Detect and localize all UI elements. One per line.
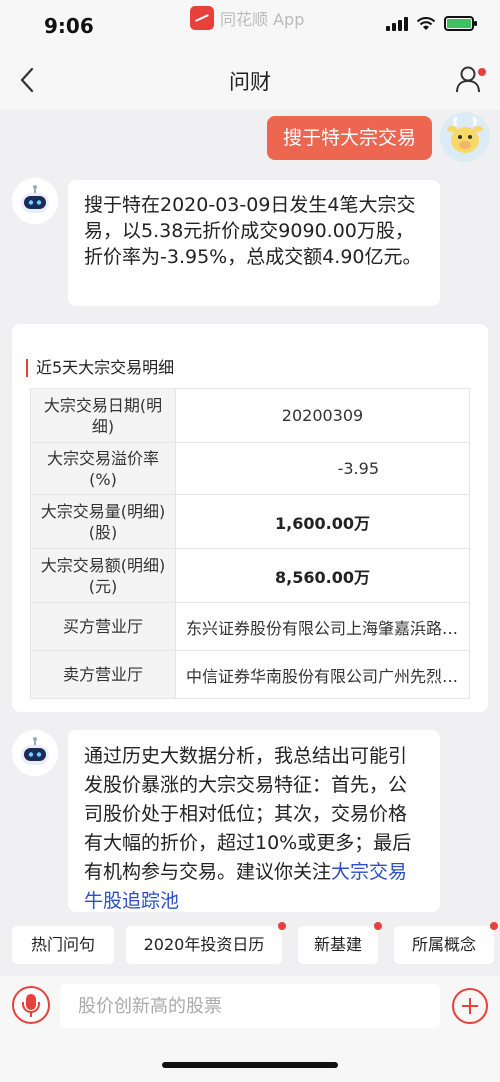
notification-dot	[490, 922, 498, 930]
chip-label: 2020年投资日历	[143, 935, 265, 954]
detail-table: 大宗交易日期(明细) 20200309 大宗交易溢价率(%) -3.95 大宗交…	[30, 388, 470, 699]
chip-label: 新基建	[313, 935, 362, 954]
status-app-indicator: 同花顺 App	[190, 6, 304, 30]
table-value: 1,600.00万	[175, 494, 470, 549]
user-avatar	[440, 112, 490, 162]
chip-investment-calendar[interactable]: 2020年投资日历	[126, 922, 286, 964]
page-title: 问财	[229, 70, 271, 94]
wifi-icon	[416, 16, 436, 30]
status-icons	[386, 16, 477, 31]
user-profile-icon[interactable]	[454, 64, 482, 94]
suggestion-chips: 热门问句 2020年投资日历 新基建 所属概念	[12, 922, 500, 964]
table-value: -3.95	[175, 442, 470, 495]
notification-dot	[374, 922, 382, 930]
bot-avatar	[12, 730, 58, 776]
nav-bar: 问财	[0, 52, 500, 110]
card-title: 近5天大宗交易明细	[26, 359, 174, 377]
status-app-name: 同花顺 App	[220, 10, 305, 29]
notification-dot	[278, 922, 286, 930]
table-row: 大宗交易额(明细)(元) 8,560.00万	[30, 548, 470, 603]
chip-label: 热门问句	[30, 935, 95, 954]
chip-new-infrastructure[interactable]: 新基建	[298, 922, 382, 964]
robot-icon	[12, 178, 58, 224]
table-key: 卖方营业厅	[30, 650, 176, 699]
table-row: 大宗交易日期(明细) 20200309	[30, 388, 470, 443]
table-key: 买方营业厅	[30, 602, 176, 651]
table-row: 卖方营业厅 中信证券华南股份有限公司广州先烈中路证券营业部	[30, 650, 470, 699]
robot-icon	[12, 730, 58, 776]
block-trade-detail-card: 近5天大宗交易明细 大宗交易日期(明细) 20200309 大宗交易溢价率(%)…	[12, 324, 488, 712]
table-row: 买方营业厅 东兴证券股份有限公司上海肇嘉浜路证券营业部	[30, 602, 470, 651]
microphone-icon[interactable]	[12, 986, 50, 1024]
table-key: 大宗交易额(明细)(元)	[30, 548, 176, 603]
notification-dot	[478, 68, 486, 76]
table-row: 大宗交易量(明细)(股) 1,600.00万	[30, 494, 470, 549]
plus-icon[interactable]	[452, 988, 488, 1024]
table-value: 中信证券华南股份有限公司广州先烈中路证券营业部	[175, 650, 470, 699]
analysis-bubble: 通过历史大数据分析，我总结出可能引发股价暴涨的大宗交易特征：首先，公司股价处于相…	[68, 730, 440, 912]
input-bar	[0, 976, 500, 1082]
table-key: 大宗交易溢价率(%)	[30, 442, 176, 495]
chip-label: 所属概念	[411, 935, 476, 954]
table-value: 东兴证券股份有限公司上海肇嘉浜路证券营业部	[175, 602, 470, 651]
status-bar: 9:06 同花顺 App	[0, 0, 500, 52]
bot-avatar	[12, 178, 58, 224]
table-key: 大宗交易量(明细)(股)	[30, 494, 176, 549]
table-key: 大宗交易日期(明细)	[30, 388, 176, 443]
tonghuashun-logo-icon	[190, 6, 214, 30]
home-indicator	[162, 1062, 338, 1068]
question-input[interactable]	[60, 984, 440, 1028]
user-message-bubble: 搜于特大宗交易	[266, 116, 432, 160]
table-value: 20200309	[175, 388, 470, 443]
answer-bubble: 搜于特在2020-03-09日发生4笔大宗交易，以5.38元折价成交9090.0…	[68, 180, 440, 306]
answer-text: 搜于特在2020-03-09日发生4笔大宗交易，以5.38元折价成交9090.0…	[84, 194, 422, 268]
chip-concepts[interactable]: 所属概念	[394, 922, 498, 964]
chip-hot-questions[interactable]: 热门问句	[12, 926, 114, 964]
table-value: 8,560.00万	[175, 548, 470, 603]
cow-mascot-icon	[440, 112, 490, 162]
battery-icon	[444, 16, 477, 31]
table-row: 大宗交易溢价率(%) -3.95	[30, 442, 470, 495]
status-time: 9:06	[44, 14, 94, 38]
cellular-signal-icon	[386, 16, 408, 31]
